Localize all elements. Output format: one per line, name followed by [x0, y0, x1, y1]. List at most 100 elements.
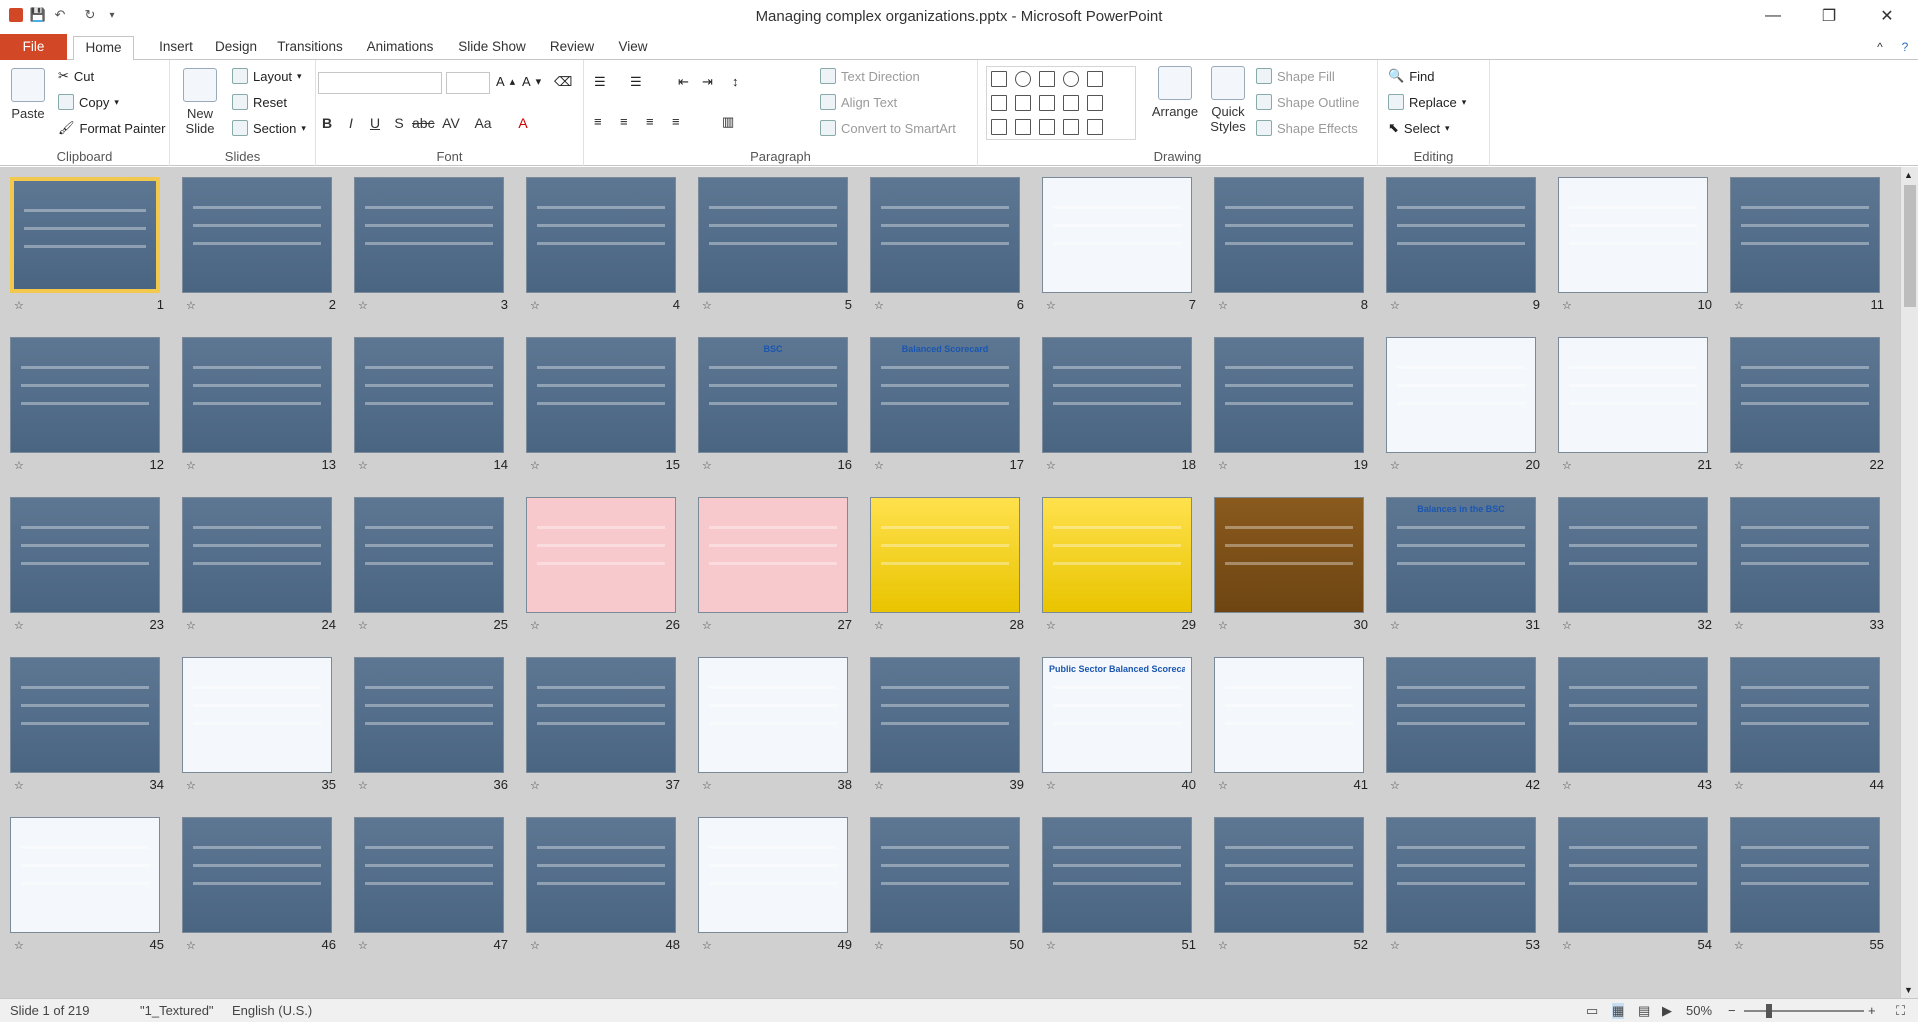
- slide-thumbnail[interactable]: [1042, 497, 1192, 613]
- paste-button[interactable]: Paste: [6, 68, 50, 121]
- zoom-in-icon[interactable]: +: [1868, 1003, 1876, 1018]
- rounded-rect-shape-icon[interactable]: [1063, 71, 1079, 87]
- strikethrough-button[interactable]: abc: [412, 112, 435, 134]
- transition-star-icon[interactable]: ☆: [1390, 619, 1400, 632]
- slide-thumbnail[interactable]: [1214, 817, 1364, 933]
- transition-star-icon[interactable]: ☆: [1218, 779, 1228, 792]
- slide-thumbnail[interactable]: [1214, 177, 1364, 293]
- slide-thumbnail[interactable]: [1042, 817, 1192, 933]
- transition-star-icon[interactable]: ☆: [186, 459, 196, 472]
- slide-thumbnail[interactable]: [182, 337, 332, 453]
- slideshow-view-icon[interactable]: ▶: [1662, 1003, 1672, 1019]
- transition-star-icon[interactable]: ☆: [702, 299, 712, 312]
- slide-thumbnail[interactable]: [1558, 817, 1708, 933]
- slide-thumbnail[interactable]: [698, 657, 848, 773]
- slide-thumbnail[interactable]: [1042, 177, 1192, 293]
- transition-star-icon[interactable]: ☆: [358, 939, 368, 952]
- transition-star-icon[interactable]: ☆: [530, 619, 540, 632]
- transition-star-icon[interactable]: ☆: [14, 939, 24, 952]
- brace-shape-icon[interactable]: [1039, 119, 1055, 135]
- clear-formatting-icon[interactable]: ⌫: [554, 74, 572, 90]
- slide-thumbnail[interactable]: [698, 497, 848, 613]
- reading-view-icon[interactable]: ▤: [1638, 1003, 1650, 1019]
- slide-thumbnail[interactable]: [1386, 337, 1536, 453]
- transition-star-icon[interactable]: ☆: [1046, 619, 1056, 632]
- slide-thumbnail[interactable]: [870, 497, 1020, 613]
- italic-button[interactable]: I: [340, 112, 362, 134]
- transition-star-icon[interactable]: ☆: [702, 939, 712, 952]
- slide-thumbnail[interactable]: [1214, 337, 1364, 453]
- transition-star-icon[interactable]: ☆: [1562, 619, 1572, 632]
- transition-star-icon[interactable]: ☆: [1218, 939, 1228, 952]
- slide-thumbnail[interactable]: Public Sector Balanced Scorecard: [1042, 657, 1192, 773]
- shape-effects-button[interactable]: Shape Effects: [1256, 120, 1358, 136]
- bracket-shape-icon[interactable]: [1063, 119, 1079, 135]
- slide-thumbnail[interactable]: [354, 337, 504, 453]
- transition-star-icon[interactable]: ☆: [1734, 779, 1744, 792]
- slide-thumbnail[interactable]: [1730, 657, 1880, 773]
- slide-thumbnail[interactable]: [870, 817, 1020, 933]
- transition-star-icon[interactable]: ☆: [702, 779, 712, 792]
- transition-star-icon[interactable]: ☆: [1562, 779, 1572, 792]
- copy-button[interactable]: Copy ▾: [58, 94, 119, 110]
- transition-star-icon[interactable]: ☆: [14, 299, 24, 312]
- slide-thumbnail[interactable]: [10, 177, 160, 293]
- transition-star-icon[interactable]: ☆: [1734, 459, 1744, 472]
- shadow-button[interactable]: S: [388, 112, 410, 134]
- slide-thumbnail[interactable]: [870, 177, 1020, 293]
- transition-star-icon[interactable]: ☆: [186, 299, 196, 312]
- transition-star-icon[interactable]: ☆: [1390, 459, 1400, 472]
- section-button[interactable]: Section ▾: [232, 120, 306, 136]
- align-text-button[interactable]: Align Text: [820, 94, 897, 110]
- slide-thumbnail[interactable]: [354, 657, 504, 773]
- fit-to-window-icon[interactable]: ⛶: [1896, 1003, 1905, 1019]
- slide-thumbnail[interactable]: [870, 657, 1020, 773]
- transition-star-icon[interactable]: ☆: [702, 619, 712, 632]
- slide-thumbnail[interactable]: [698, 177, 848, 293]
- slide-thumbnail[interactable]: [526, 497, 676, 613]
- slide-thumbnail[interactable]: [1214, 657, 1364, 773]
- transition-star-icon[interactable]: ☆: [1218, 619, 1228, 632]
- minimize-button[interactable]: —: [1750, 0, 1796, 32]
- tab-view[interactable]: View: [610, 36, 656, 60]
- slide-thumbnail[interactable]: [1042, 337, 1192, 453]
- triangle-shape-icon[interactable]: [991, 95, 1007, 111]
- change-case-button[interactable]: Aa: [472, 112, 494, 134]
- tab-insert[interactable]: Insert: [146, 36, 206, 60]
- slide-thumbnail[interactable]: [698, 817, 848, 933]
- arrange-button[interactable]: Arrange: [1148, 66, 1202, 119]
- new-slide-button[interactable]: New Slide: [178, 68, 222, 136]
- transition-star-icon[interactable]: ☆: [358, 619, 368, 632]
- transition-star-icon[interactable]: ☆: [874, 619, 884, 632]
- select-button[interactable]: ⬉ Select ▾: [1388, 120, 1450, 136]
- slide-thumbnail[interactable]: [1730, 817, 1880, 933]
- scroll-up-icon[interactable]: ▲: [1904, 170, 1913, 180]
- slide-thumbnail[interactable]: [526, 657, 676, 773]
- tab-home[interactable]: Home: [73, 36, 134, 61]
- tab-review[interactable]: Review: [544, 36, 600, 60]
- oval-shape-icon[interactable]: [1015, 71, 1031, 87]
- slide-thumbnail[interactable]: [182, 497, 332, 613]
- elbow-shape-icon[interactable]: [1039, 95, 1055, 111]
- transition-star-icon[interactable]: ☆: [874, 939, 884, 952]
- slide-thumbnail[interactable]: [526, 817, 676, 933]
- transition-star-icon[interactable]: ☆: [1046, 779, 1056, 792]
- transition-star-icon[interactable]: ☆: [358, 779, 368, 792]
- zoom-slider[interactable]: [1744, 1010, 1864, 1012]
- transition-star-icon[interactable]: ☆: [1218, 299, 1228, 312]
- zoom-out-icon[interactable]: −: [1728, 1003, 1736, 1018]
- columns-button[interactable]: ▥: [722, 114, 734, 130]
- zoom-level[interactable]: 50%: [1686, 1003, 1712, 1018]
- slide-thumbnail[interactable]: [1214, 497, 1364, 613]
- language-indicator[interactable]: English (U.S.): [232, 1003, 312, 1018]
- shapes-gallery[interactable]: [986, 66, 1136, 140]
- numbering-button[interactable]: ☰: [630, 74, 642, 90]
- zoom-slider-handle[interactable]: [1766, 1004, 1772, 1018]
- slide-thumbnail[interactable]: [1558, 657, 1708, 773]
- slide-thumbnail[interactable]: [526, 337, 676, 453]
- bullets-button[interactable]: ☰: [594, 74, 606, 90]
- justify-button[interactable]: ≡: [672, 114, 680, 129]
- tab-animations[interactable]: Animations: [360, 36, 440, 60]
- shape-fill-button[interactable]: Shape Fill: [1256, 68, 1335, 84]
- transition-star-icon[interactable]: ☆: [358, 459, 368, 472]
